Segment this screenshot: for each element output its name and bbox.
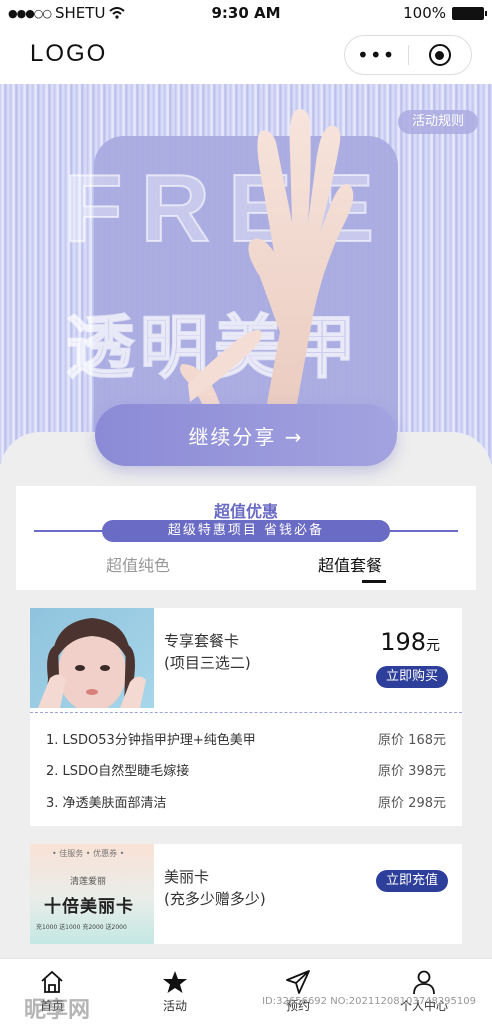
package-item-2-price: 原价 398元 — [378, 764, 446, 779]
tab-activity-label: 活动 — [162, 999, 187, 1013]
deals-subtitle: 超级特惠项目 省钱必备 — [102, 520, 390, 542]
beauty-card-image-tiny: 充1000 送1000 充2000 送2000 — [36, 924, 127, 931]
beauty-card-image-tag: • 佳服务 • 优惠券 • — [52, 849, 125, 858]
package-name-line2: (项目三选二) — [164, 654, 251, 672]
battery-percent: 100% — [403, 4, 446, 22]
activity-rules-button[interactable]: 活动规则 — [397, 110, 478, 134]
deals-section: 超值优惠 超级特惠项目 省钱必备 超值纯色 超值套餐 — [16, 486, 476, 590]
close-button[interactable] — [409, 44, 472, 66]
battery-icon — [452, 6, 487, 20]
package-item-3-price: 原价 298元 — [378, 796, 446, 811]
continue-share-button[interactable]: 继续分享 → — [95, 404, 397, 466]
active-tab-indicator — [362, 580, 386, 583]
mini-program-capsule: ••• — [344, 35, 472, 75]
tab-profile[interactable]: 个人中心 — [384, 969, 464, 1014]
status-bar: ●●●○○ SHETU 9:30 AM 100% — [0, 0, 492, 28]
package-image — [30, 608, 154, 708]
beauty-card-name-line2: (充多少赠多少) — [164, 890, 266, 908]
beauty-card-image: • 佳服务 • 优惠券 • 清莲爱丽 十倍美丽卡 充1000 送1000 充20… — [30, 844, 154, 944]
watermark-brand: 昵享网 — [24, 997, 91, 1023]
tab-package[interactable]: 超值套餐 — [318, 552, 382, 576]
battery-info: 100% — [403, 4, 487, 22]
beauty-card-name: 美丽卡 (充多少赠多少) — [164, 866, 266, 910]
hands-image — [180, 109, 354, 442]
model-portrait-image — [38, 618, 146, 708]
beauty-card-image-sub: 清莲爱丽 — [70, 877, 107, 887]
package-item-2: 2. LSDO自然型睫毛嫁接 — [46, 764, 190, 779]
recharge-button[interactable]: 立即充值 — [376, 870, 448, 892]
package-item-1: 1. LSDO53分钟指甲护理+纯色美甲 — [46, 733, 256, 748]
buy-now-button[interactable]: 立即购买 — [376, 666, 448, 688]
tab-activity[interactable]: 活动 — [135, 969, 215, 1014]
tab-booking[interactable]: 预约 — [258, 969, 338, 1014]
more-menu-button[interactable]: ••• — [345, 43, 408, 67]
package-item-1-price: 原价 168元 — [378, 733, 446, 748]
package-name: 专享套餐卡 (项目三选二) — [164, 630, 251, 674]
logo: LOGO — [30, 40, 108, 67]
package-divider — [30, 712, 462, 713]
package-name-line1: 专享套餐卡 — [164, 632, 240, 650]
tab-solid-color[interactable]: 超值纯色 — [106, 552, 170, 576]
package-item-3: 3. 净透美肤面部清洁 — [46, 796, 167, 811]
beauty-card-name-line1: 美丽卡 — [164, 868, 210, 886]
price-value: 198 — [380, 628, 426, 656]
beauty-card: • 佳服务 • 优惠券 • 清莲爱丽 十倍美丽卡 充1000 送1000 充20… — [30, 844, 462, 944]
beauty-card-image-title: 十倍美丽卡 — [44, 897, 134, 917]
deals-title: 超值优惠 — [213, 502, 278, 521]
app-header: LOGO ••• — [0, 28, 492, 84]
target-icon — [428, 44, 451, 66]
watermark-id: ID:32656692 NO:20211208103748295109 — [262, 996, 476, 1007]
package-card: 专享套餐卡 (项目三选二) 198元 立即购买 1. LSDO53分钟指甲护理+… — [30, 608, 462, 826]
star-icon — [163, 971, 187, 993]
send-icon — [286, 970, 310, 994]
price-unit: 元 — [426, 638, 440, 654]
package-price: 198元 — [380, 628, 440, 656]
user-icon — [413, 970, 435, 995]
